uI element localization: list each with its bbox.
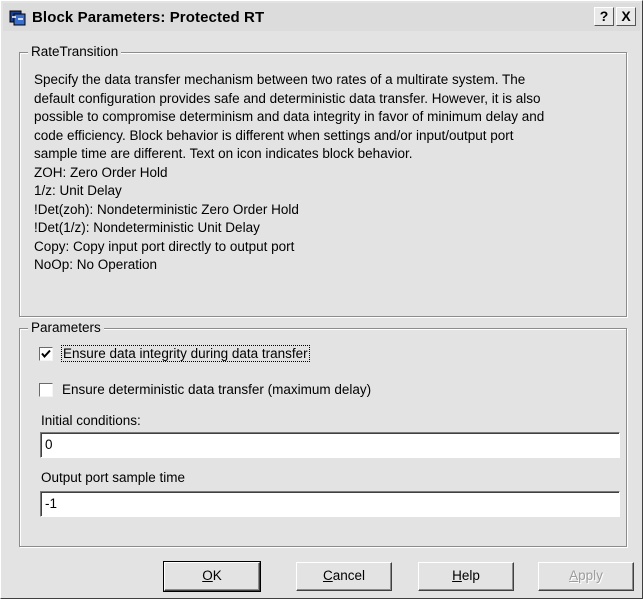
help-button[interactable]: Help (418, 562, 514, 591)
description-line: ZOH: Zero Order Hold (34, 164, 168, 180)
output-sample-time-label: Output port sample time (41, 470, 186, 485)
apply-label-rest: pply (578, 568, 603, 583)
description-line: Copy: Copy input port directly to output… (34, 238, 295, 254)
parameters-group-legend: Parameters (28, 320, 104, 335)
description-line: code efficiency. Block behavior is diffe… (34, 127, 514, 143)
ok-label-rest: K (212, 568, 222, 583)
help-title-button[interactable]: ? (594, 7, 614, 26)
integrity-checkbox-row[interactable]: Ensure data integrity during data transf… (39, 345, 310, 362)
cancel-label-rest: ancel (332, 568, 366, 583)
help-mnemonic: H (452, 568, 462, 583)
initial-conditions-label: Initial conditions: (41, 413, 141, 428)
title-bar[interactable]: Block Parameters: Protected RT ? X (3, 3, 640, 31)
output-sample-time-input[interactable]: -1 (40, 491, 620, 517)
description-line: default configuration provides safe and … (34, 90, 541, 106)
ok-button[interactable]: OK (163, 561, 261, 592)
initial-conditions-input[interactable]: 0 (40, 432, 620, 458)
help-label-rest: elp (461, 568, 480, 583)
description-line: Specify the data transfer mechanism betw… (34, 72, 526, 87)
description-line: !Det(1/z): Nondeterministic Unit Delay (34, 220, 260, 235)
close-title-button[interactable]: X (616, 7, 636, 26)
deterministic-checkbox[interactable] (39, 382, 53, 397)
ratetransition-group-legend: RateTransition (28, 44, 122, 59)
ratetransition-group: RateTransition Specify the data transfer… (19, 44, 627, 317)
simulink-block-icon (9, 8, 27, 26)
cancel-button[interactable]: Cancel (296, 562, 392, 591)
integrity-checkbox-label[interactable]: Ensure data integrity during data transf… (61, 345, 310, 362)
apply-mnemonic: A (569, 568, 579, 583)
integrity-checkbox[interactable] (39, 346, 53, 361)
deterministic-checkbox-label[interactable]: Ensure deterministic data transfer (maxi… (62, 382, 371, 397)
parameters-group: Parameters Ensure data integrity during … (19, 320, 627, 547)
checkmark-icon (41, 349, 51, 358)
dialog-title: Block Parameters: Protected RT (32, 8, 265, 26)
cancel-mnemonic: C (322, 568, 333, 583)
description-line: sample time are different. Text on icon … (34, 146, 413, 161)
description-line: 1/z: Unit Delay (34, 183, 122, 198)
block-parameters-dialog: Block Parameters: Protected RT ? X RateT… (0, 0, 643, 599)
apply-button[interactable]: Apply (538, 562, 634, 591)
block-description: Specify the data transfer mechanism betw… (34, 71, 624, 275)
description-line: NoOp: No Operation (34, 257, 158, 272)
description-line: possible to compromise determinism and d… (34, 109, 545, 124)
ok-mnemonic: O (202, 568, 213, 583)
description-line: !Det(zoh): Nondeterministic Zero Order H… (34, 201, 299, 217)
deterministic-checkbox-row[interactable]: Ensure deterministic data transfer (maxi… (39, 382, 371, 397)
